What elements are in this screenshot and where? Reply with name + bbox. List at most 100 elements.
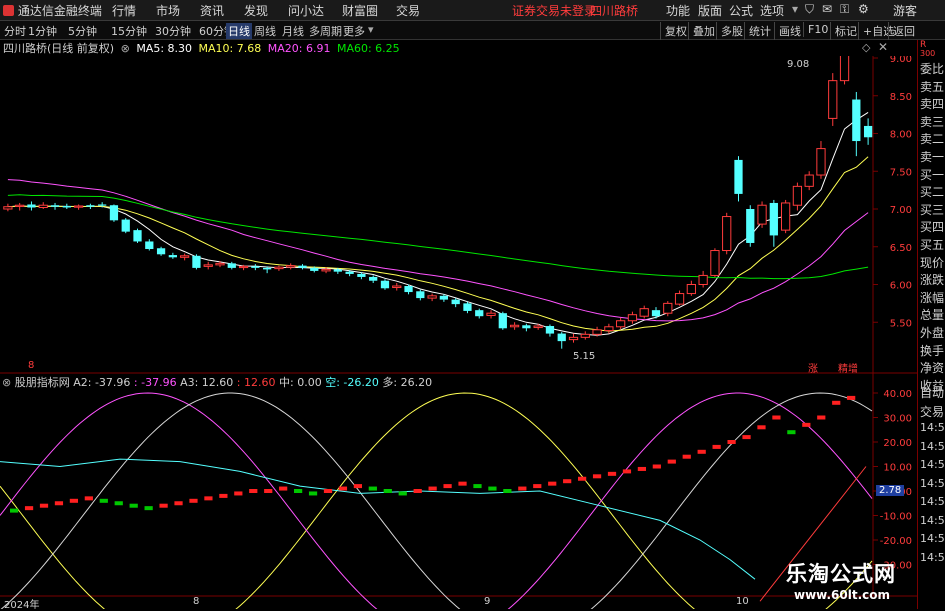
menu-item-caifuquan[interactable]: 财富圈 (342, 2, 378, 19)
settings-icon[interactable]: ⚙ (858, 2, 869, 16)
candle-up (568, 336, 579, 341)
period-daily[interactable]: 日线 (226, 23, 252, 39)
period-1min[interactable]: 1分钟 (28, 23, 57, 39)
panel-trade-1[interactable]: 交易 (920, 403, 945, 420)
candle-down (310, 267, 319, 271)
indicator-tick-label: 40.00 (883, 389, 912, 400)
date-month-10: 10 (736, 596, 749, 607)
indicator-bar (353, 484, 363, 489)
period-fenshi[interactable]: 分时 (4, 23, 26, 39)
tongji-button[interactable]: 统计 (744, 22, 775, 40)
panel-settings-icon[interactable]: ◇ (862, 41, 870, 54)
menu-item-wenxiaoda[interactable]: 问小达 (288, 2, 324, 19)
indicator-bar (742, 435, 751, 440)
candle-up (38, 204, 48, 208)
period-15min[interactable]: 15分钟 (111, 23, 147, 39)
indicator-bar (338, 486, 348, 491)
indicator-bar (772, 415, 781, 420)
shield-icon[interactable]: ⛉ (805, 2, 814, 17)
panel-close-icon[interactable]: ✕ (878, 40, 888, 54)
candle-down (98, 204, 107, 206)
period-more[interactable]: 更多 (343, 23, 365, 39)
mail-icon[interactable]: ✉ (822, 2, 832, 16)
chart-title: 四川路桥(日线 前复权) (3, 42, 115, 55)
candle-down (156, 248, 166, 255)
more-dropdown-icon[interactable]: ▾ (368, 23, 374, 36)
duogu-button[interactable]: 多股 (716, 22, 747, 40)
ma20-line (7, 179, 869, 322)
chart-area[interactable]: 9.00 8.50 8.00 7.50 7.00 6.50 6.00 5.50 40.00 30… (0, 56, 917, 609)
panel-trade-6: 14:56 (920, 495, 945, 508)
watermark: 乐淘公式网 www.60lt.com (786, 558, 912, 604)
indicator-magenta-curve (0, 392, 873, 609)
candle-down (333, 269, 342, 272)
candle-down (133, 230, 142, 242)
candle-down (498, 313, 507, 329)
period-30min[interactable]: 30分钟 (155, 23, 191, 39)
indicator-tick-label: 10.00 (883, 463, 912, 474)
indicator-bar (712, 444, 721, 449)
menu-item-gongshi[interactable]: 公式 (729, 2, 753, 19)
indicator-bar (189, 498, 198, 503)
panel-trade-0[interactable]: 自动 (920, 384, 945, 401)
candle-down (863, 125, 873, 138)
huaxian-button[interactable]: 画线 (774, 22, 805, 40)
candle-down (416, 291, 425, 299)
period-monthly[interactable]: 月线 (282, 23, 304, 39)
indicator-settings-icon[interactable]: ⊗ (2, 376, 11, 389)
candle-up (238, 265, 249, 269)
candle-up (686, 284, 696, 295)
indicator-bar (99, 498, 108, 503)
panel-field-8: 买三 (920, 202, 945, 217)
candle-up (427, 295, 437, 299)
menu-item-xuanxiang[interactable]: 选项 (760, 2, 784, 19)
panel-field-13: 涨幅 (920, 290, 945, 305)
indicator-bar (757, 425, 766, 430)
candle-down (475, 310, 484, 317)
candle-up (627, 314, 638, 322)
candle-up (180, 255, 190, 258)
indicator-bar (84, 496, 93, 501)
indicator-bar (204, 496, 213, 501)
menu-item-faxian[interactable]: 发现 (244, 2, 268, 19)
settings-circle-icon[interactable]: ⊗ (121, 42, 130, 55)
menu-item-banmian[interactable]: 版面 (698, 2, 722, 19)
ma10-label: MA10: 7.68 (198, 42, 262, 55)
guest-label[interactable]: 游客 (893, 2, 917, 19)
panel-field-7: 买二 (920, 185, 945, 200)
indicator-bar (428, 486, 437, 491)
period-multi[interactable]: 多周期 (309, 23, 342, 39)
lock-icon[interactable]: ⚿ (840, 2, 849, 17)
menu-item-hangqing[interactable]: 行情 (112, 2, 136, 19)
diejia-button[interactable]: 叠加 (688, 22, 719, 40)
watermark-title: 乐淘公式网 (786, 562, 896, 586)
price-tick-label: 7.00 (890, 205, 912, 216)
indicator-bar (264, 489, 273, 493)
panel-field-14: 总量 (920, 308, 945, 323)
menu-bar: 通达信金融终端 行情 市场 资讯 发现 问小达 财富圈 交易 证券交易未登录 四… (0, 0, 945, 21)
period-weekly[interactable]: 周线 (254, 23, 276, 39)
indicator-bar (249, 489, 258, 493)
indicator-bar (727, 440, 736, 444)
biaoji-button[interactable]: 标记 (830, 22, 861, 40)
indicator-bar (144, 506, 153, 511)
menu-item-jiaoyi[interactable]: 交易 (396, 2, 420, 19)
f10-button[interactable]: F10 (803, 22, 832, 37)
indicator-bar (398, 491, 407, 496)
indicator-bar (458, 481, 467, 486)
period-5min[interactable]: 5分钟 (68, 23, 97, 39)
indicator-bar (652, 464, 661, 469)
candle-down (27, 204, 36, 208)
login-warning[interactable]: 证券交易未登录 (512, 2, 596, 19)
kong-label: 空: -26.20 (325, 376, 379, 389)
menu-item-shichang[interactable]: 市场 (156, 2, 180, 19)
candle-down (263, 267, 272, 270)
fuquan-button[interactable]: 复权 (660, 22, 691, 40)
dropdown-icon[interactable]: ▾ (792, 2, 798, 16)
menu-item-gongneng[interactable]: 功能 (666, 2, 690, 19)
menu-item-zixun[interactable]: 资讯 (200, 2, 224, 19)
indicator-bar (847, 395, 856, 400)
back-button[interactable]: 返回 (888, 22, 919, 40)
candle-down (380, 280, 390, 289)
quote-side-panel: R 300 委比 卖五 卖四 卖三 卖二 卖一 买一 买二 买三 买四 买五 现价 涨跌 涨幅 总量 外盘 换手… (917, 40, 945, 609)
